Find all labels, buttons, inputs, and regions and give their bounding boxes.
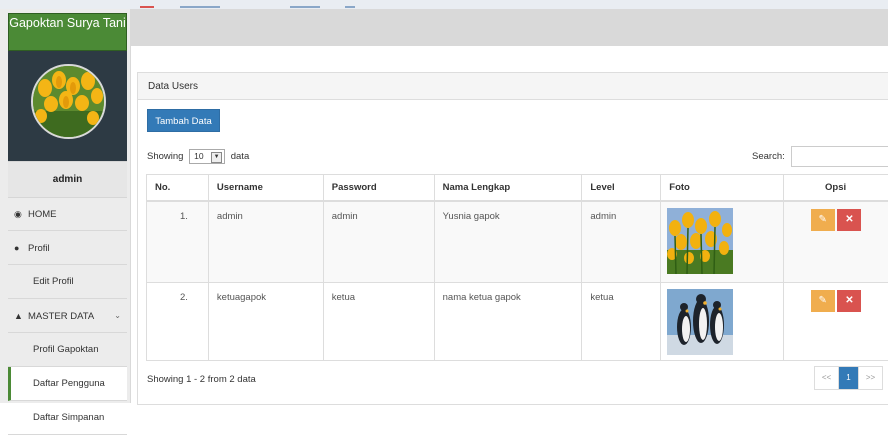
sidebar-item-label: Daftar Pengguna	[33, 378, 105, 389]
length-suffix: data	[231, 151, 250, 162]
cell-nama-lengkap: nama ketua gapok	[434, 283, 582, 361]
avatar	[31, 64, 106, 139]
page-length-select[interactable]: 10 ▼	[189, 149, 225, 164]
cell-level: ketua	[582, 283, 661, 361]
data-users-panel: Data Users Tambah Data Showing 10 ▼ data…	[137, 72, 888, 405]
tulips-photo	[667, 208, 733, 274]
edit-button[interactable]: ✎	[811, 290, 835, 312]
sidebar: Gapoktan Surya Tani admin ◉ HOME	[0, 9, 131, 403]
sidebar-item-label: Profil	[28, 243, 50, 254]
dropdown-arrow-icon: ▼	[211, 152, 222, 163]
cell-no: 1.	[147, 201, 209, 283]
pagination-next[interactable]: >>	[859, 367, 883, 389]
cell-username: ketuagapok	[208, 283, 323, 361]
cell-level: admin	[582, 201, 661, 283]
page-length-value: 10	[194, 151, 203, 161]
column-header[interactable]: No.	[147, 175, 209, 201]
sitemap-icon: ▲	[14, 299, 24, 333]
table-row: 1. admin admin Yusnia gapok admin	[147, 201, 888, 283]
search-input[interactable]	[791, 146, 888, 167]
avatar-panel	[8, 51, 127, 161]
cell-password: ketua	[323, 283, 434, 361]
search-label: Search:	[752, 151, 785, 162]
top-header-bar	[131, 9, 888, 46]
close-icon: ✕	[845, 295, 853, 306]
column-header[interactable]: Foto	[661, 175, 784, 201]
delete-button[interactable]: ✕	[837, 290, 861, 312]
sidebar-item-profil-gapoktan[interactable]: Profil Gapoktan	[8, 333, 127, 367]
cell-foto	[661, 201, 784, 283]
sidebar-item-master-data[interactable]: ▲ MASTER DATA ⌄	[8, 299, 127, 333]
sidebar-username: admin	[8, 161, 127, 198]
pagination: << 1 >>	[814, 366, 883, 390]
edit-icon: ✎	[819, 214, 827, 225]
table-row: 2. ketuagapok ketua nama ketua gapok ket…	[147, 283, 888, 361]
length-control: Showing 10 ▼ data	[147, 149, 249, 165]
browser-top-strip	[0, 0, 888, 9]
table-header-row: No. Username Password Nama Lengkap Level…	[147, 175, 888, 201]
column-header[interactable]: Nama Lengkap	[434, 175, 582, 201]
sidebar-item-label: HOME	[28, 209, 57, 220]
sidebar-item-label: MASTER DATA	[28, 311, 94, 322]
chevron-down-icon: ⌄	[114, 299, 121, 333]
cell-opsi: ✎ ✕	[784, 283, 888, 361]
table-info: Showing 1 - 2 from 2 data	[147, 374, 256, 385]
pagination-page[interactable]: 1	[839, 367, 859, 389]
edit-icon: ✎	[819, 295, 827, 306]
sidebar-item-daftar-pengguna[interactable]: Daftar Pengguna	[8, 367, 127, 401]
edit-button[interactable]: ✎	[811, 209, 835, 231]
column-header[interactable]: Password	[323, 175, 434, 201]
cell-username: admin	[208, 201, 323, 283]
cell-foto	[661, 283, 784, 361]
sidebar-item-profil[interactable]: ● Profil	[8, 231, 127, 265]
panel-title: Data Users	[138, 73, 888, 100]
brand-title[interactable]: Gapoktan Surya Tani	[8, 13, 127, 51]
penguins-photo	[667, 289, 733, 355]
sidebar-item-home[interactable]: ◉ HOME	[8, 197, 127, 231]
column-header[interactable]: Level	[582, 175, 661, 201]
sidebar-item-daftar-simpanan[interactable]: Daftar Simpanan	[8, 401, 127, 435]
close-icon: ✕	[845, 214, 853, 225]
user-icon: ●	[14, 231, 24, 265]
pagination-prev[interactable]: <<	[815, 367, 839, 389]
cell-opsi: ✎ ✕	[784, 201, 888, 283]
sidebar-item-label: Profil Gapoktan	[33, 344, 98, 355]
sidebar-item-label: Daftar Simpanan	[33, 412, 104, 423]
users-table: No. Username Password Nama Lengkap Level…	[146, 174, 888, 361]
cell-nama-lengkap: Yusnia gapok	[434, 201, 582, 283]
delete-button[interactable]: ✕	[837, 209, 861, 231]
cell-no: 2.	[147, 283, 209, 361]
add-data-button[interactable]: Tambah Data	[147, 109, 220, 132]
sidebar-item-edit-profil[interactable]: Edit Profil	[8, 265, 127, 299]
cell-password: admin	[323, 201, 434, 283]
column-header[interactable]: Username	[208, 175, 323, 201]
column-header[interactable]: Opsi	[784, 175, 888, 201]
length-prefix: Showing	[147, 151, 183, 162]
sidebar-item-label: Edit Profil	[33, 276, 74, 287]
dashboard-icon: ◉	[14, 197, 24, 231]
